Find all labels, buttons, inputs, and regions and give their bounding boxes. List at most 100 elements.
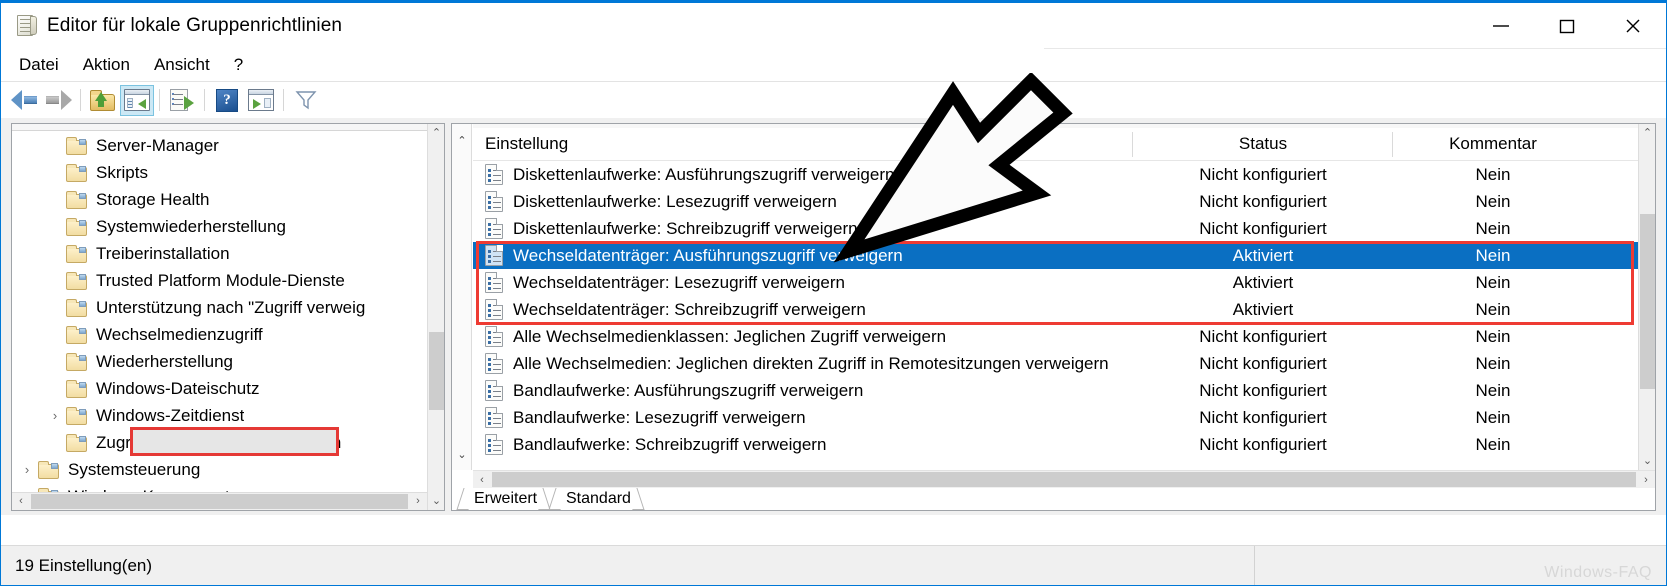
cell-setting: Bandlaufwerke: Ausführungszugriff verwei… — [473, 380, 1133, 401]
tree-node[interactable]: ›Server-Manager — [12, 132, 427, 159]
policy-setting-icon — [485, 191, 503, 212]
policy-setting-icon — [485, 326, 503, 347]
table-row[interactable]: Bandlaufwerke: Lesezugriff verweigern Nic… — [473, 404, 1655, 431]
group-policy-editor-window: Editor für lokale Gruppenrichtlinien Dat… — [0, 0, 1667, 586]
column-header-setting[interactable]: Einstellung — [473, 128, 1133, 161]
show-hide-console-tree-button[interactable] — [120, 84, 154, 116]
tree-scroll-down-icon[interactable]: ⌄ — [428, 492, 444, 510]
tree-node[interactable]: ›Storage Health — [12, 186, 427, 213]
cell-status: Nicht konfiguriert — [1199, 434, 1327, 454]
table-row[interactable]: Alle Wechselmedien: Jeglichen direkten Z… — [473, 350, 1655, 377]
policy-setting-icon — [485, 407, 503, 428]
tree-node[interactable]: ›Unterstützung nach "Zugriff verweig — [12, 294, 427, 321]
column-header-comment[interactable]: Kommentar — [1393, 128, 1593, 161]
tree-node[interactable]: ›Skripts — [12, 159, 427, 186]
group-policy-document-icon — [15, 14, 37, 38]
back-button[interactable] — [7, 85, 41, 116]
show-action-pane-button[interactable] — [244, 85, 278, 116]
table-row[interactable]: Diskettenlaufwerke: Schreibzugriff verwe… — [473, 215, 1655, 242]
up-one-level-button[interactable] — [86, 85, 120, 116]
tree-scroll-left-icon[interactable]: ‹ — [12, 493, 30, 510]
list-scroll-left-icon[interactable]: ‹ — [473, 471, 491, 488]
tree-node[interactable]: ›Wiederherstellung — [12, 348, 427, 375]
column-header-setting-label: Einstellung — [485, 134, 569, 153]
tree-horizontal-scrollbar[interactable]: ‹ › — [12, 492, 427, 510]
table-row[interactable]: Diskettenlaufwerke: Lesezugriff verweige… — [473, 188, 1655, 215]
folder-icon — [66, 352, 88, 371]
list-vertical-scrollbar[interactable]: ⌃ ⌄ — [1638, 124, 1655, 470]
tree-scroll-up-icon[interactable]: ⌃ — [428, 124, 444, 142]
tree-scrollbar-thumb[interactable] — [429, 332, 444, 410]
chevron-right-icon[interactable]: › — [16, 463, 38, 476]
tree-selected-row-background — [133, 430, 336, 453]
filter-button[interactable] — [289, 85, 323, 116]
chevron-right-icon[interactable]: › — [44, 409, 66, 422]
cell-status: Nicht konfiguriert — [1199, 218, 1327, 238]
column-header-status[interactable]: Status — [1133, 128, 1393, 161]
table-row[interactable]: Bandlaufwerke: Ausführungszugriff verwei… — [473, 377, 1655, 404]
folder-icon — [66, 136, 88, 155]
list-hscrollbar-thumb[interactable] — [492, 472, 1636, 487]
tree-vertical-scrollbar[interactable]: ⌃ ⌄ — [427, 124, 444, 510]
tree-node-label: Storage Health — [96, 189, 210, 209]
list-scrollbar-thumb[interactable] — [1640, 214, 1655, 389]
list-rows-container: Diskettenlaufwerke: Ausführungszugriff v… — [473, 161, 1655, 458]
list-scroll-down-icon[interactable]: ⌄ — [1639, 452, 1655, 470]
list-gutter-up-icon[interactable]: ⌃ — [452, 130, 472, 150]
forward-button[interactable] — [41, 85, 75, 116]
cell-setting: Bandlaufwerke: Schreibzugriff verweigern — [473, 434, 1133, 455]
caption-buttons — [1468, 3, 1666, 48]
console-tree-pane: ›Server-Manager›Skripts›Storage Health›S… — [11, 123, 445, 511]
policy-setting-icon — [485, 272, 503, 293]
menu-aktion[interactable]: Aktion — [74, 53, 139, 77]
tab-erweitert[interactable]: Erweitert — [456, 488, 551, 510]
table-row[interactable]: Wechseldatenträger: Schreibzugriff verwe… — [473, 296, 1655, 323]
table-row[interactable]: Diskettenlaufwerke: Ausführungszugriff v… — [473, 161, 1655, 188]
tree-scroll-right-icon[interactable]: › — [409, 493, 427, 510]
table-row[interactable]: Wechseldatenträger: Lesezugriff verweige… — [473, 269, 1655, 296]
tree-node[interactable]: › Windows-Zeitdienst — [12, 402, 427, 429]
help-button[interactable]: ? — [210, 85, 244, 116]
tree-node[interactable]: › Systemsteuerung — [12, 456, 427, 483]
minimize-button[interactable] — [1468, 3, 1534, 48]
tree-hscrollbar-thumb[interactable] — [31, 494, 408, 509]
tree-node[interactable]: ›Treiberinstallation — [12, 240, 427, 267]
maximize-button[interactable] — [1534, 3, 1600, 48]
table-row[interactable]: Wechseldatenträger: Ausführungszugriff v… — [473, 242, 1655, 269]
tree-node[interactable]: ›Systemwiederherstellung — [12, 213, 427, 240]
tab-standard[interactable]: Standard — [548, 488, 645, 510]
cell-status: Nicht konfiguriert — [1199, 380, 1327, 400]
menu-datei[interactable]: Datei — [10, 53, 68, 77]
list-scroll-right-icon[interactable]: › — [1637, 471, 1655, 488]
setting-name: Diskettenlaufwerke: Lesezugriff verweige… — [513, 191, 837, 211]
menu-bar: Datei Aktion Ansicht ? — [1, 49, 1666, 81]
folder-icon — [66, 271, 88, 290]
status-text: 19 Einstellung(en) — [15, 555, 153, 575]
tab-erweitert-label: Erweitert — [474, 490, 538, 507]
tree-node-label: Trusted Platform Module-Dienste — [96, 270, 345, 290]
setting-name: Wechseldatenträger: Ausführungszugriff v… — [513, 245, 903, 265]
list-left-scroll-gutter[interactable]: ⌃ ⌄ — [452, 124, 472, 470]
menu-ansicht[interactable]: Ansicht — [145, 53, 219, 77]
tree-node[interactable]: ›Trusted Platform Module-Dienste — [12, 267, 427, 294]
tree-node-label: Treiberinstallation — [96, 243, 230, 263]
list-gutter-down-icon[interactable]: ⌄ — [452, 444, 472, 464]
up-one-level-icon — [90, 89, 116, 111]
toolbar: ? — [1, 81, 1666, 118]
tree-node[interactable]: ›Windows-Dateischutz — [12, 375, 427, 402]
cell-comment: Nein — [1475, 218, 1511, 238]
list-horizontal-scrollbar[interactable]: ‹ › — [473, 470, 1655, 488]
setting-name: Alle Wechselmedienklassen: Jeglichen Zug… — [513, 326, 947, 346]
policy-setting-icon — [485, 218, 503, 239]
tree-node-label: Systemsteuerung — [68, 459, 201, 479]
list-scroll-up-icon[interactable]: ⌃ — [1639, 124, 1655, 142]
tree-node[interactable]: ›Wechselmedienzugriff — [12, 321, 427, 348]
cell-setting: Diskettenlaufwerke: Schreibzugriff verwe… — [473, 218, 1133, 239]
export-list-button[interactable] — [165, 85, 199, 116]
table-row[interactable]: Bandlaufwerke: Schreibzugriff verweigern… — [473, 431, 1655, 458]
close-button[interactable] — [1600, 3, 1666, 48]
tree-node[interactable]: ›Windows-Komponenten — [12, 483, 427, 492]
status-bar: 19 Einstellung(en) Windows-FAQ — [1, 545, 1666, 585]
menu-help[interactable]: ? — [225, 53, 252, 77]
table-row[interactable]: Alle Wechselmedienklassen: Jeglichen Zug… — [473, 323, 1655, 350]
